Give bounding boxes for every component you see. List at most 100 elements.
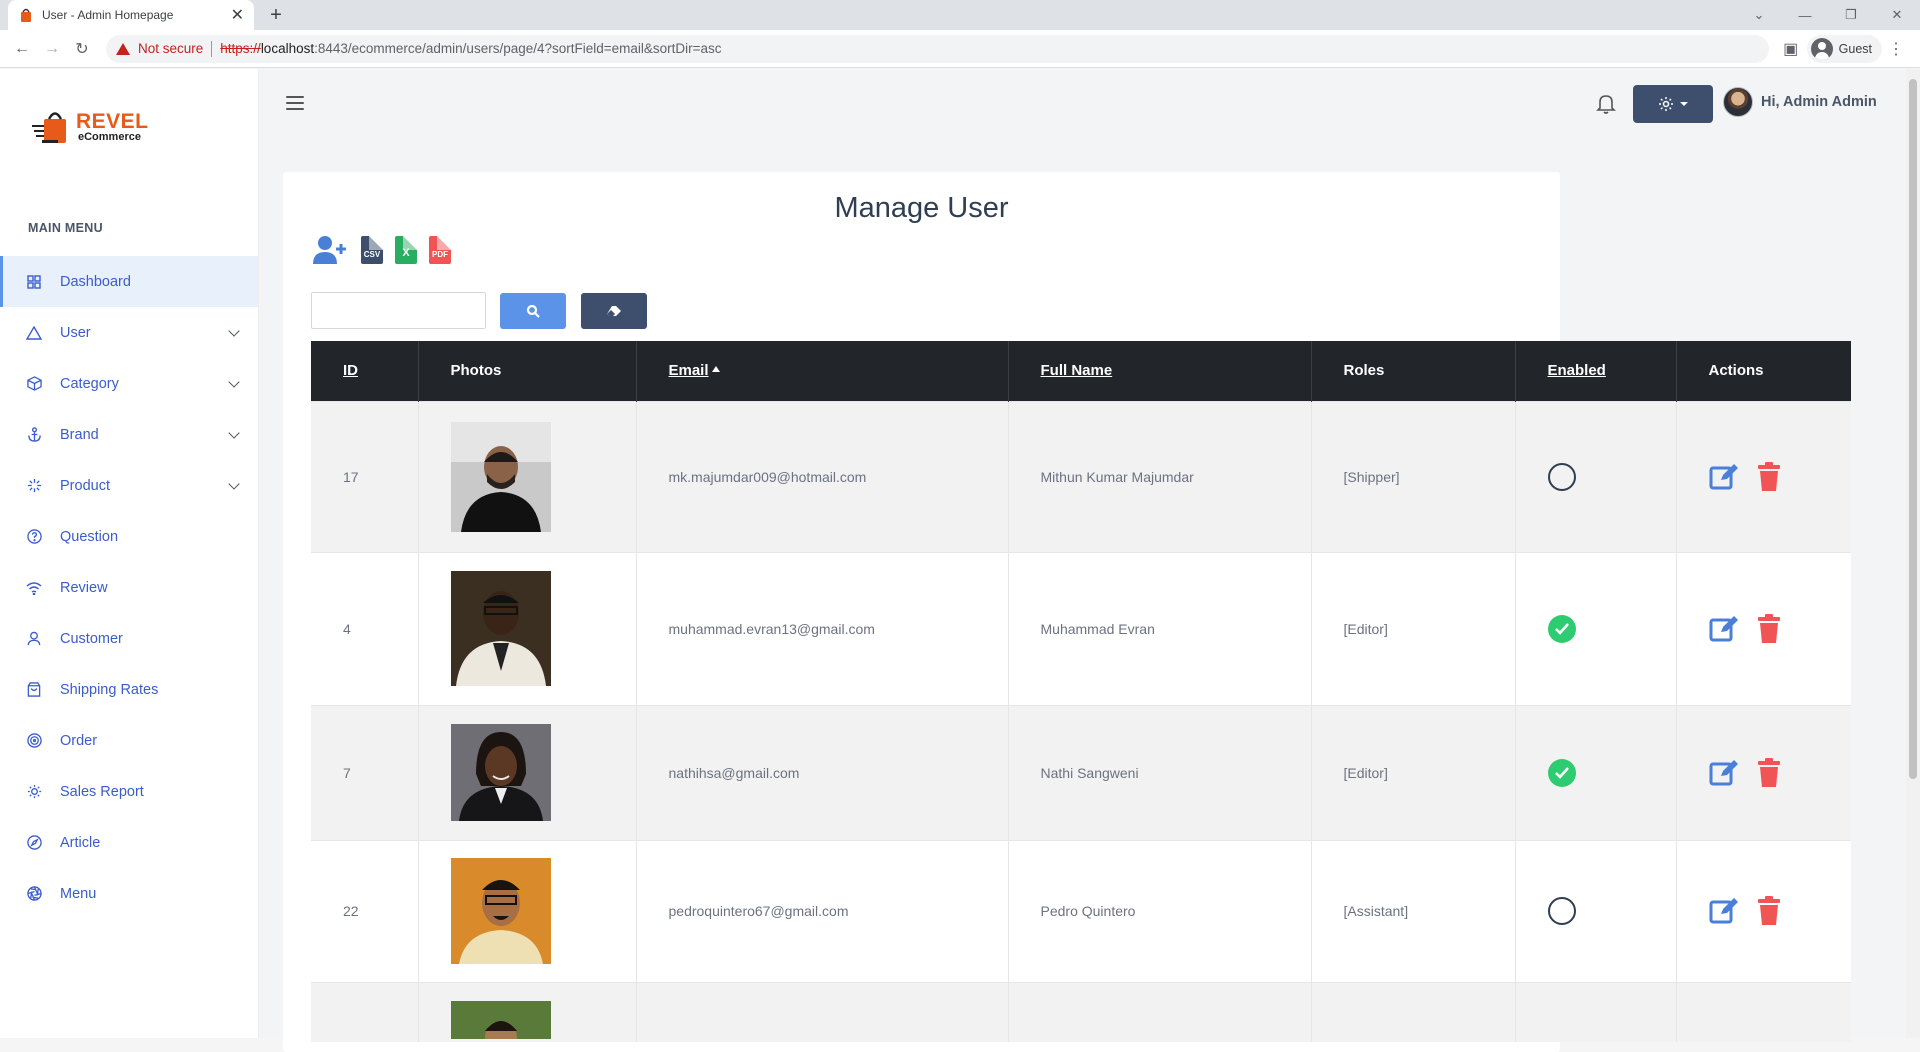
user-photo: [450, 724, 551, 821]
cell-email: mk.majumdar009@hotmail.com: [636, 400, 1009, 552]
search-input[interactable]: [311, 292, 486, 329]
cell-full-name: Muhammad Evran: [1008, 551, 1312, 705]
sidebar-item-product[interactable]: Product: [0, 460, 258, 511]
delete-icon[interactable]: [1757, 757, 1781, 788]
excel-export-icon[interactable]: X: [395, 236, 417, 264]
search-icon: [526, 304, 540, 318]
user-greeting: Hi, Admin Admin: [1761, 94, 1877, 110]
cell-actions: [1676, 839, 1851, 982]
reload-icon[interactable]: ↻: [68, 35, 96, 63]
browser-menu-icon[interactable]: ⋮: [1882, 35, 1910, 63]
sidebar-item-order[interactable]: Order: [0, 715, 258, 766]
cell-email: [636, 981, 1009, 1042]
sidebar-item-label: Product: [60, 477, 110, 494]
sidebar-item-article[interactable]: Article: [0, 817, 258, 868]
column-header-actions: Actions: [1708, 362, 1764, 380]
sidebar-item-review[interactable]: Review: [0, 562, 258, 613]
tab-search-icon[interactable]: ⌄: [1736, 0, 1782, 30]
column-header-id[interactable]: ID: [311, 341, 419, 401]
bell-icon[interactable]: [1596, 93, 1616, 115]
minimize-icon[interactable]: —: [1782, 0, 1828, 30]
cell-enabled: [1515, 981, 1677, 1042]
profile-button[interactable]: Guest: [1806, 34, 1882, 63]
sidebar-item-brand[interactable]: Brand: [0, 409, 258, 460]
cell-actions: [1676, 981, 1851, 1042]
forward-icon[interactable]: →: [38, 35, 66, 63]
wifi-icon: [26, 580, 42, 596]
search-button[interactable]: [500, 293, 566, 329]
new-tab-icon[interactable]: +: [262, 1, 290, 29]
security-indicator[interactable]: Not secure: [116, 41, 203, 56]
user-photo: [450, 1001, 551, 1040]
close-window-icon[interactable]: ✕: [1874, 0, 1920, 30]
cell-id: [311, 981, 419, 1042]
add-user-icon[interactable]: [311, 234, 349, 266]
sidebar-item-sales-report[interactable]: Sales Report: [0, 766, 258, 817]
hamburger-menu-icon[interactable]: [286, 96, 304, 110]
delete-icon[interactable]: [1757, 896, 1781, 926]
aperture-icon: [26, 886, 42, 902]
gear-icon: [1659, 97, 1673, 111]
edit-icon[interactable]: [1709, 758, 1739, 788]
pdf-export-icon[interactable]: PDF: [429, 236, 451, 264]
cell-id: 7: [311, 704, 419, 840]
user-menu[interactable]: Hi, Admin Admin: [1723, 87, 1877, 117]
table-row-partial: [311, 981, 1851, 1042]
profile-avatar-icon: [1810, 37, 1833, 60]
disabled-status-icon[interactable]: [1547, 897, 1576, 925]
target-icon: [26, 733, 42, 749]
sun-icon: [26, 784, 42, 800]
clear-button[interactable]: [581, 293, 647, 329]
table-row: 17 mk.majumdar009@hotmail.com Mithun Kum…: [311, 400, 1851, 552]
sidebar-item-menu[interactable]: Menu: [0, 868, 258, 919]
delete-icon[interactable]: [1757, 613, 1781, 644]
caret-down-icon: [1680, 102, 1688, 106]
settings-dropdown-button[interactable]: [1633, 85, 1713, 123]
enabled-check-icon[interactable]: [1547, 758, 1576, 787]
divider: [211, 40, 213, 57]
chevron-down-icon: [228, 478, 240, 490]
cell-photo: [418, 551, 637, 705]
csv-export-icon[interactable]: CSV: [361, 236, 383, 264]
page-scrollbar[interactable]: [1906, 69, 1920, 1038]
cell-roles: [Assistant]: [1311, 839, 1516, 982]
delete-icon[interactable]: [1757, 461, 1781, 492]
edit-icon[interactable]: [1709, 896, 1739, 926]
enabled-check-icon[interactable]: [1547, 614, 1576, 643]
browser-tab[interactable]: User - Admin Homepage ✕: [8, 0, 254, 30]
url-field[interactable]: Not secure https:// localhost :8443/ecom…: [106, 34, 1769, 63]
sidebar-item-label: Shipping Rates: [60, 681, 159, 698]
column-header-email[interactable]: Email: [636, 341, 1009, 401]
user-photo: [450, 571, 551, 686]
column-header-enabled[interactable]: Enabled: [1515, 341, 1677, 401]
restore-icon[interactable]: ❐: [1828, 0, 1874, 30]
cell-photo: [418, 400, 637, 552]
disabled-status-icon[interactable]: [1547, 462, 1576, 491]
side-panel-icon[interactable]: ▣: [1777, 35, 1805, 63]
brand-logo[interactable]: REVEL eCommerce: [30, 107, 149, 147]
sidebar-item-customer[interactable]: Customer: [0, 613, 258, 664]
sidebar-item-category[interactable]: Category: [0, 358, 258, 409]
page-title: Manage User: [834, 192, 1009, 224]
column-header-full-name[interactable]: Full Name: [1008, 341, 1312, 401]
cell-id: 22: [311, 839, 419, 982]
cell-email: muhammad.evran13@gmail.com: [636, 551, 1009, 705]
sidebar-item-user[interactable]: User: [0, 307, 258, 358]
cell-actions: [1676, 400, 1851, 552]
cell-full-name: Mithun Kumar Majumdar: [1008, 400, 1312, 552]
edit-icon[interactable]: [1709, 462, 1739, 492]
sidebar-item-dashboard[interactable]: Dashboard: [0, 256, 258, 307]
cell-id: 4: [311, 551, 419, 705]
sidebar-item-label: Question: [60, 528, 119, 545]
tab-close-icon[interactable]: ✕: [231, 5, 244, 25]
box-icon: [26, 376, 42, 392]
cell-roles: [1311, 981, 1516, 1042]
cell-full-name: [1008, 981, 1312, 1042]
scrollbar-thumb[interactable]: [1909, 79, 1917, 779]
sidebar-item-shipping-rates[interactable]: Shipping Rates: [0, 664, 258, 715]
sidebar-item-question[interactable]: Question: [0, 511, 258, 562]
chevron-down-icon: [228, 427, 240, 439]
edit-icon[interactable]: [1709, 614, 1739, 644]
back-icon[interactable]: ←: [8, 35, 36, 63]
sidebar-item-label: Sales Report: [60, 783, 144, 800]
